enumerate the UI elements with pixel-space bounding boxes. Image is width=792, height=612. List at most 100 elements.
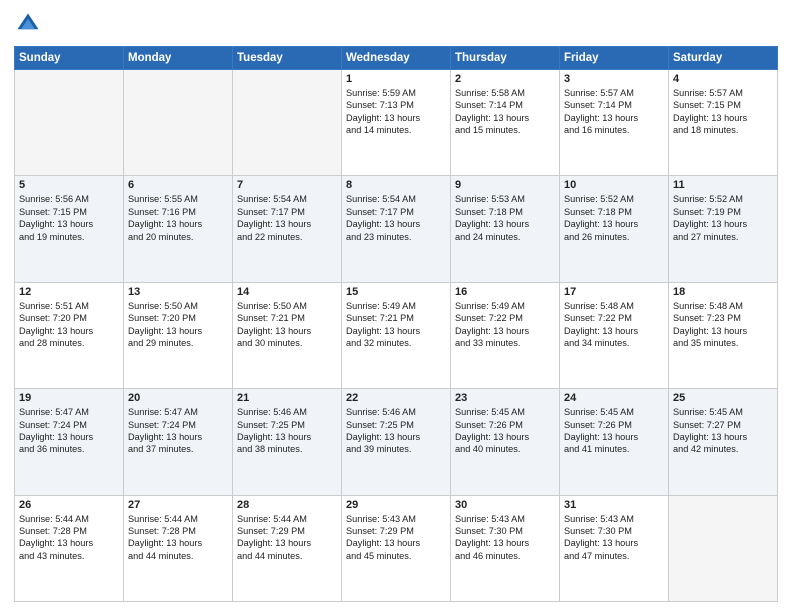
day-number: 5: [19, 179, 119, 191]
cell-info: Sunrise: 5:45 AMSunset: 7:26 PMDaylight:…: [564, 406, 664, 456]
calendar-cell: 6 Sunrise: 5:55 AMSunset: 7:16 PMDaylight…: [124, 176, 233, 282]
calendar-cell: 26Sunrise: 5:44 AMSunset: 7:28 PMDayligh…: [15, 495, 124, 601]
calendar-week-row: 26Sunrise: 5:44 AMSunset: 7:28 PMDayligh…: [15, 495, 778, 601]
calendar-header-sunday: Sunday: [15, 47, 124, 70]
calendar-week-row: 1 Sunrise: 5:59 AMSunset: 7:13 PMDaylight…: [15, 70, 778, 176]
cell-info: Sunrise: 5:46 AMSunset: 7:25 PMDaylight:…: [346, 406, 446, 456]
day-number: 30: [455, 499, 555, 511]
calendar-cell: 12 Sunrise: 5:51 AMSunset: 7:20 PMDayligh…: [15, 282, 124, 388]
calendar-cell: 1 Sunrise: 5:59 AMSunset: 7:13 PMDaylight…: [342, 70, 451, 176]
cell-info: Sunrise: 5:43 AMSunset: 7:30 PMDaylight:…: [455, 513, 555, 563]
day-number: 22: [346, 392, 446, 404]
day-number: 1: [346, 73, 446, 85]
cell-info: Sunrise: 5:45 AMSunset: 7:27 PMDaylight:…: [673, 406, 773, 456]
day-number: 13: [128, 286, 228, 298]
day-number: 10: [564, 179, 664, 191]
cell-info: Sunrise: 5:44 AMSunset: 7:28 PMDaylight:…: [128, 513, 228, 563]
calendar-cell: 24 Sunrise: 5:45 AMSunset: 7:26 PMDayligh…: [560, 389, 669, 495]
cell-info: Sunrise: 5:54 AMSunset: 7:17 PMDaylight:…: [346, 193, 446, 243]
cell-info: Sunrise: 5:59 AMSunset: 7:13 PMDaylight:…: [346, 87, 446, 137]
day-number: 9: [455, 179, 555, 191]
cell-info: Sunrise: 5:44 AMSunset: 7:28 PMDaylight:…: [19, 513, 119, 563]
logo-icon: [14, 10, 42, 38]
calendar-cell: 31Sunrise: 5:43 AMSunset: 7:30 PMDayligh…: [560, 495, 669, 601]
calendar-cell: 8 Sunrise: 5:54 AMSunset: 7:17 PMDaylight…: [342, 176, 451, 282]
calendar-cell: 25 Sunrise: 5:45 AMSunset: 7:27 PMDayligh…: [669, 389, 778, 495]
day-number: 6: [128, 179, 228, 191]
cell-info: Sunrise: 5:57 AMSunset: 7:15 PMDaylight:…: [673, 87, 773, 137]
cell-info: Sunrise: 5:47 AMSunset: 7:24 PMDaylight:…: [128, 406, 228, 456]
cell-info: Sunrise: 5:54 AMSunset: 7:17 PMDaylight:…: [237, 193, 337, 243]
day-number: 2: [455, 73, 555, 85]
cell-info: Sunrise: 5:49 AMSunset: 7:22 PMDaylight:…: [455, 300, 555, 350]
calendar-cell: 27 Sunrise: 5:44 AMSunset: 7:28 PMDayligh…: [124, 495, 233, 601]
cell-info: Sunrise: 5:43 AMSunset: 7:29 PMDaylight:…: [346, 513, 446, 563]
cell-info: Sunrise: 5:52 AMSunset: 7:19 PMDaylight:…: [673, 193, 773, 243]
calendar-cell: 21 Sunrise: 5:46 AMSunset: 7:25 PMDayligh…: [233, 389, 342, 495]
cell-info: Sunrise: 5:53 AMSunset: 7:18 PMDaylight:…: [455, 193, 555, 243]
page: SundayMondayTuesdayWednesdayThursdayFrid…: [0, 0, 792, 612]
cell-info: Sunrise: 5:58 AMSunset: 7:14 PMDaylight:…: [455, 87, 555, 137]
day-number: 7: [237, 179, 337, 191]
cell-info: Sunrise: 5:51 AMSunset: 7:20 PMDaylight:…: [19, 300, 119, 350]
day-number: 8: [346, 179, 446, 191]
calendar-cell: 16 Sunrise: 5:49 AMSunset: 7:22 PMDayligh…: [451, 282, 560, 388]
cell-info: Sunrise: 5:57 AMSunset: 7:14 PMDaylight:…: [564, 87, 664, 137]
cell-info: Sunrise: 5:44 AMSunset: 7:29 PMDaylight:…: [237, 513, 337, 563]
cell-info: Sunrise: 5:47 AMSunset: 7:24 PMDaylight:…: [19, 406, 119, 456]
calendar-cell: 4 Sunrise: 5:57 AMSunset: 7:15 PMDaylight…: [669, 70, 778, 176]
calendar-cell: 7 Sunrise: 5:54 AMSunset: 7:17 PMDaylight…: [233, 176, 342, 282]
day-number: 14: [237, 286, 337, 298]
calendar-table: SundayMondayTuesdayWednesdayThursdayFrid…: [14, 46, 778, 602]
calendar-cell: 14 Sunrise: 5:50 AMSunset: 7:21 PMDayligh…: [233, 282, 342, 388]
day-number: 4: [673, 73, 773, 85]
calendar-header-tuesday: Tuesday: [233, 47, 342, 70]
calendar-cell: 30 Sunrise: 5:43 AMSunset: 7:30 PMDayligh…: [451, 495, 560, 601]
calendar-header-row: SundayMondayTuesdayWednesdayThursdayFrid…: [15, 47, 778, 70]
cell-info: Sunrise: 5:50 AMSunset: 7:21 PMDaylight:…: [237, 300, 337, 350]
cell-info: Sunrise: 5:46 AMSunset: 7:25 PMDaylight:…: [237, 406, 337, 456]
calendar-header-wednesday: Wednesday: [342, 47, 451, 70]
day-number: 28: [237, 499, 337, 511]
calendar-cell: 18Sunrise: 5:48 AMSunset: 7:23 PMDayligh…: [669, 282, 778, 388]
day-number: 15: [346, 286, 446, 298]
calendar-header-monday: Monday: [124, 47, 233, 70]
calendar-cell: 20 Sunrise: 5:47 AMSunset: 7:24 PMDayligh…: [124, 389, 233, 495]
day-number: 27: [128, 499, 228, 511]
calendar-cell: [233, 70, 342, 176]
calendar-cell: 10 Sunrise: 5:52 AMSunset: 7:18 PMDayligh…: [560, 176, 669, 282]
cell-info: Sunrise: 5:43 AMSunset: 7:30 PMDaylight:…: [564, 513, 664, 563]
cell-info: Sunrise: 5:52 AMSunset: 7:18 PMDaylight:…: [564, 193, 664, 243]
calendar-cell: 19Sunrise: 5:47 AMSunset: 7:24 PMDayligh…: [15, 389, 124, 495]
day-number: 20: [128, 392, 228, 404]
cell-info: Sunrise: 5:48 AMSunset: 7:22 PMDaylight:…: [564, 300, 664, 350]
calendar-cell: 23 Sunrise: 5:45 AMSunset: 7:26 PMDayligh…: [451, 389, 560, 495]
calendar-cell: 11 Sunrise: 5:52 AMSunset: 7:19 PMDayligh…: [669, 176, 778, 282]
header: [14, 10, 778, 38]
calendar-cell: 3Sunrise: 5:57 AMSunset: 7:14 PMDaylight…: [560, 70, 669, 176]
day-number: 23: [455, 392, 555, 404]
day-number: 16: [455, 286, 555, 298]
cell-info: Sunrise: 5:49 AMSunset: 7:21 PMDaylight:…: [346, 300, 446, 350]
calendar-cell: 29Sunrise: 5:43 AMSunset: 7:29 PMDayligh…: [342, 495, 451, 601]
day-number: 12: [19, 286, 119, 298]
calendar-week-row: 19Sunrise: 5:47 AMSunset: 7:24 PMDayligh…: [15, 389, 778, 495]
cell-info: Sunrise: 5:50 AMSunset: 7:20 PMDaylight:…: [128, 300, 228, 350]
cell-info: Sunrise: 5:55 AMSunset: 7:16 PMDaylight:…: [128, 193, 228, 243]
calendar-cell: 28 Sunrise: 5:44 AMSunset: 7:29 PMDayligh…: [233, 495, 342, 601]
calendar-header-thursday: Thursday: [451, 47, 560, 70]
day-number: 24: [564, 392, 664, 404]
cell-info: Sunrise: 5:48 AMSunset: 7:23 PMDaylight:…: [673, 300, 773, 350]
calendar-cell: 13 Sunrise: 5:50 AMSunset: 7:20 PMDayligh…: [124, 282, 233, 388]
calendar-header-saturday: Saturday: [669, 47, 778, 70]
calendar-cell: 15 Sunrise: 5:49 AMSunset: 7:21 PMDayligh…: [342, 282, 451, 388]
day-number: 25: [673, 392, 773, 404]
logo: [14, 10, 46, 38]
day-number: 11: [673, 179, 773, 191]
calendar-cell: [15, 70, 124, 176]
calendar-header-friday: Friday: [560, 47, 669, 70]
calendar-cell: [124, 70, 233, 176]
day-number: 21: [237, 392, 337, 404]
calendar-week-row: 5Sunrise: 5:56 AMSunset: 7:15 PMDaylight…: [15, 176, 778, 282]
cell-info: Sunrise: 5:45 AMSunset: 7:26 PMDaylight:…: [455, 406, 555, 456]
